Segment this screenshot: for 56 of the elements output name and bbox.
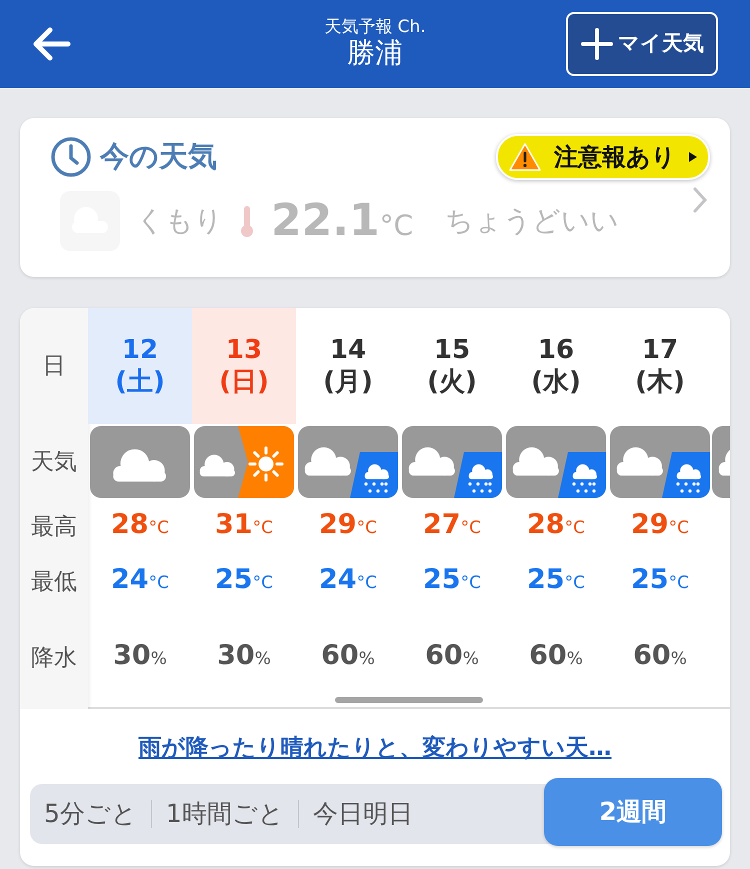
precipitation: 30% [113, 638, 167, 673]
forecast-summary-link[interactable]: 雨が降ったり晴れたりと、変わりやすい天… [138, 735, 612, 761]
cloud-sun-icon [194, 426, 294, 498]
low-temperature: 24°C [319, 562, 377, 597]
plus-icon [580, 27, 614, 61]
alert-button[interactable]: 注意報あり [496, 134, 710, 180]
back-arrow-icon [32, 26, 72, 62]
precipitation: 60% [633, 638, 687, 673]
current-weather-card[interactable]: 今の天気 注意報あり くもり 22.1°C ちょうどいい [20, 118, 730, 277]
chevron-right-icon [692, 186, 708, 214]
location-title: 勝浦 [347, 36, 403, 70]
temperature-text: 22.1°C [271, 194, 414, 248]
cloud-rain-icon [402, 426, 502, 498]
date-header: 13 (日) [192, 308, 296, 424]
period-tab[interactable]: 5分ごと [30, 784, 151, 844]
date-header: 14 (月) [322, 334, 374, 399]
high-temperature: 31°C [215, 508, 273, 542]
feel-text: ちょうどいい [445, 203, 620, 239]
clock-icon [50, 136, 92, 178]
high-temperature: 28°C [527, 508, 585, 542]
condition-text: くもり [136, 203, 223, 239]
app-subtitle: 天気予報 Ch. [324, 18, 426, 36]
cloud-icon [90, 426, 190, 498]
precipitation: 60% [321, 638, 375, 673]
row-label: 天気 [31, 448, 77, 477]
precipitation: 30% [217, 638, 271, 673]
period-tab[interactable]: 1時間ごと [152, 784, 298, 844]
cloud-rain-icon [506, 426, 606, 498]
date-header: 16 (水) [530, 334, 582, 399]
row-label: 日 [42, 352, 66, 381]
thermometer-icon [239, 204, 255, 238]
cloud-rain-icon [610, 426, 710, 498]
row-label: 降水 [31, 644, 77, 673]
low-temperature: 25°C [423, 562, 481, 597]
row-label: 最高 [31, 512, 77, 542]
high-temperature: 29°C [631, 508, 689, 542]
low-temperature: 24°C [111, 562, 169, 597]
low-temperature: 25°C [527, 562, 585, 597]
date-header: 12 (土) [88, 308, 192, 424]
play-triangle-icon [688, 151, 698, 163]
date-header: 15 (火) [426, 334, 478, 399]
low-temperature: 25°C [215, 562, 273, 597]
high-temperature: 28°C [111, 508, 169, 542]
precipitation: 60% [529, 638, 583, 673]
low-temperature: 25°C [631, 562, 689, 597]
add-my-weather-button[interactable]: マイ天気 [566, 12, 718, 76]
period-tab[interactable]: 2週間 [544, 778, 722, 846]
precipitation: 60% [425, 638, 479, 673]
warning-icon [508, 142, 542, 172]
period-tab[interactable]: 今日明日 [298, 784, 427, 844]
row-label: 最低 [31, 568, 77, 597]
date-header: 17 (木) [634, 334, 686, 399]
section-title: 今の天気 [100, 138, 217, 176]
high-temperature: 29°C [319, 508, 377, 542]
high-temperature: 27°C [423, 508, 481, 542]
cloud-rain-icon [298, 426, 398, 498]
